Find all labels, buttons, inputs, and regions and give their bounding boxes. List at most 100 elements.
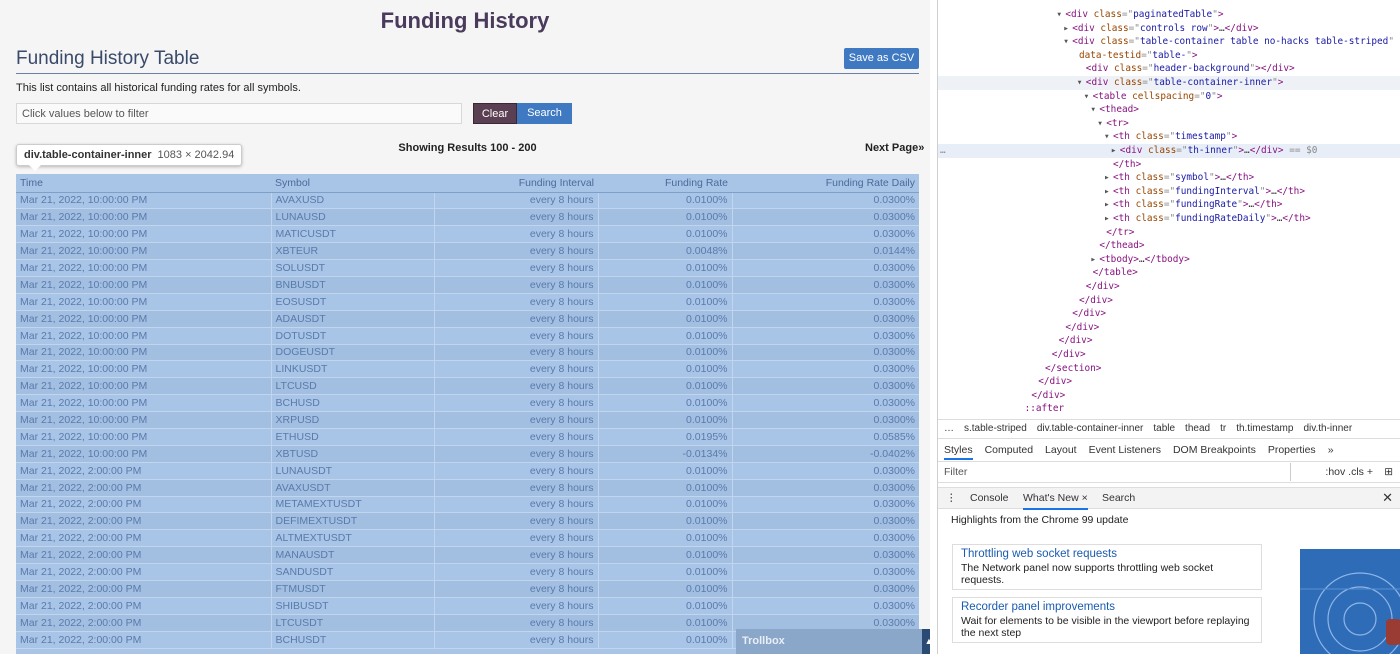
- table-cell[interactable]: BCHUSD: [270, 394, 434, 413]
- table-cell[interactable]: 0.0100%: [597, 411, 732, 429]
- table-row[interactable]: Mar 21, 2022, 10:00:00 PM ETHUSD every 8 h…: [16, 428, 919, 446]
- trollbox-bar[interactable]: Trollbox: [736, 629, 922, 654]
- table-cell[interactable]: every 8 hours: [433, 512, 598, 531]
- table-cell[interactable]: 0.0300%: [731, 462, 919, 480]
- table-cell[interactable]: Mar 21, 2022, 2:00:00 PM: [16, 631, 271, 649]
- table-row[interactable]: Mar 21, 2022, 2:00:00 PM ALTMEXTUSDT every…: [16, 529, 919, 548]
- table-cell[interactable]: LTCUSDT: [270, 614, 434, 632]
- whats-new-card[interactable]: Recorder panel improvements Wait for ele…: [952, 597, 1262, 643]
- table-row[interactable]: Mar 21, 2022, 2:00:00 PM MANAUSDT every 8 …: [16, 546, 919, 565]
- dom-node-line[interactable]: </div>: [938, 389, 1400, 403]
- table-cell[interactable]: Mar 21, 2022, 10:00:00 PM: [16, 242, 271, 261]
- table-cell[interactable]: every 8 hours: [433, 529, 598, 548]
- styles-tab-layout[interactable]: Layout: [1045, 444, 1077, 456]
- dom-node-line[interactable]: ▸ <th class="fundingRateDaily">…</th>: [938, 212, 1400, 226]
- table-cell[interactable]: AVAXUSD: [270, 192, 434, 210]
- table-row[interactable]: Mar 21, 2022, 10:00:00 PM DOTUSDT every 8 …: [16, 327, 919, 345]
- dom-node-line[interactable]: ▸ <th class="fundingInterval">…</th>: [938, 185, 1400, 199]
- table-cell[interactable]: every 8 hours: [433, 445, 598, 463]
- table-cell[interactable]: every 8 hours: [433, 462, 598, 480]
- drawer-tab-whats-new[interactable]: What's New ×: [1023, 488, 1088, 510]
- table-cell[interactable]: Mar 21, 2022, 10:00:00 PM: [16, 293, 271, 311]
- table-cell[interactable]: every 8 hours: [433, 192, 598, 210]
- table-cell[interactable]: LUNAUSD: [270, 208, 434, 227]
- table-cell[interactable]: 0.0100%: [597, 563, 732, 581]
- table-cell[interactable]: ALTMEXTUSDT: [270, 529, 434, 548]
- table-cell[interactable]: 0.0300%: [731, 293, 919, 311]
- table-cell[interactable]: 0.0300%: [731, 310, 919, 328]
- ellipsis-icon[interactable]: …: [940, 144, 946, 158]
- table-cell[interactable]: 0.0100%: [597, 276, 732, 294]
- table-cell[interactable]: Mar 21, 2022, 2:00:00 PM: [16, 597, 271, 615]
- table-cell[interactable]: 0.0100%: [597, 479, 732, 497]
- table-cell[interactable]: 0.0300%: [731, 259, 919, 277]
- table-cell[interactable]: XBTEUR: [270, 242, 434, 261]
- table-cell[interactable]: every 8 hours: [433, 597, 598, 615]
- dom-node-line[interactable]: ▾ <table cellspacing="0">: [938, 90, 1400, 104]
- table-cell[interactable]: Mar 21, 2022, 10:00:00 PM: [16, 276, 271, 294]
- table-cell[interactable]: every 8 hours: [433, 208, 598, 227]
- expand-arrow-icon[interactable]: ▾: [1084, 90, 1093, 104]
- table-row[interactable]: Mar 21, 2022, 10:00:00 PM LTCUSD every 8 h…: [16, 377, 919, 396]
- expand-arrow-icon[interactable]: ▾: [1077, 76, 1086, 90]
- table-cell[interactable]: Mar 21, 2022, 10:00:00 PM: [16, 192, 271, 210]
- table-cell[interactable]: every 8 hours: [433, 394, 598, 413]
- table-cell[interactable]: every 8 hours: [433, 344, 598, 362]
- table-cell[interactable]: EOSUSDT: [270, 293, 434, 311]
- table-cell[interactable]: 0.0100%: [597, 631, 732, 649]
- toggle-sidebar-icon[interactable]: ⊞: [1384, 463, 1393, 481]
- table-cell[interactable]: FTMUSDT: [270, 580, 434, 598]
- table-cell[interactable]: Mar 21, 2022, 2:00:00 PM: [16, 563, 271, 581]
- table-row[interactable]: Mar 21, 2022, 10:00:00 PM LUNAUSD every 8 …: [16, 208, 919, 227]
- table-cell[interactable]: Mar 21, 2022, 10:00:00 PM: [16, 411, 271, 429]
- collapse-arrow-icon[interactable]: ▸: [1111, 144, 1120, 158]
- dom-node-line[interactable]: </div>: [938, 307, 1400, 321]
- table-cell[interactable]: every 8 hours: [433, 293, 598, 311]
- dom-node-line[interactable]: </div>: [938, 321, 1400, 335]
- table-row[interactable]: Mar 21, 2022, 10:00:00 PM MATICUSDT every …: [16, 225, 919, 244]
- dom-node-line[interactable]: </div>: [938, 334, 1400, 348]
- dom-node-line[interactable]: </div>: [938, 294, 1400, 308]
- table-cell[interactable]: 0.0195%: [597, 428, 732, 446]
- table-cell[interactable]: 0.0100%: [597, 529, 732, 548]
- collapse-arrow-icon[interactable]: ▸: [1104, 185, 1113, 199]
- table-cell[interactable]: Mar 21, 2022, 10:00:00 PM: [16, 445, 271, 463]
- table-cell[interactable]: 0.0100%: [597, 327, 732, 345]
- whats-new-card[interactable]: Throttling web socket requests The Netwo…: [952, 544, 1262, 590]
- table-cell[interactable]: 0.0300%: [731, 546, 919, 565]
- next-page-link[interactable]: Next Page»: [865, 142, 924, 154]
- table-cell[interactable]: 0.0100%: [597, 225, 732, 244]
- dom-node-line[interactable]: </div>: [938, 280, 1400, 294]
- dom-node-line[interactable]: ▾ <thead>: [938, 103, 1400, 117]
- drawer-menu-icon[interactable]: ⋮: [946, 488, 957, 508]
- table-cell[interactable]: 0.0300%: [731, 208, 919, 227]
- table-cell[interactable]: every 8 hours: [433, 276, 598, 294]
- table-row[interactable]: Mar 21, 2022, 10:00:00 PM XBTUSD every 8 h…: [16, 445, 919, 463]
- table-row[interactable]: Mar 21, 2022, 2:00:00 PM LUNAUSDT every 8 …: [16, 462, 919, 480]
- dom-node-line[interactable]: </section>: [938, 362, 1400, 376]
- table-cell[interactable]: 0.0300%: [731, 563, 919, 581]
- table-cell[interactable]: MANAUSDT: [270, 546, 434, 565]
- table-cell[interactable]: Mar 21, 2022, 10:00:00 PM: [16, 377, 271, 396]
- styles-tab--[interactable]: »: [1328, 444, 1334, 456]
- column-header-funding-rate-daily[interactable]: Funding Rate Daily: [732, 174, 919, 193]
- table-cell[interactable]: -0.0134%: [597, 445, 732, 463]
- table-cell[interactable]: Mar 21, 2022, 10:00:00 PM: [16, 394, 271, 413]
- table-cell[interactable]: Mar 21, 2022, 10:00:00 PM: [16, 259, 271, 277]
- table-cell[interactable]: every 8 hours: [433, 259, 598, 277]
- breadcrumb-item[interactable]: div.table-container-inner: [1037, 423, 1144, 434]
- table-cell[interactable]: every 8 hours: [433, 428, 598, 446]
- table-cell[interactable]: SHIBUSDT: [270, 597, 434, 615]
- collapse-arrow-icon[interactable]: ▸: [1104, 212, 1113, 226]
- card-title[interactable]: Throttling web socket requests: [961, 548, 1253, 560]
- table-cell[interactable]: Mar 21, 2022, 10:00:00 PM: [16, 428, 271, 446]
- table-cell[interactable]: 0.0300%: [731, 327, 919, 345]
- dom-node-line[interactable]: </thead>: [938, 239, 1400, 253]
- table-cell[interactable]: every 8 hours: [433, 563, 598, 581]
- table-row[interactable]: Mar 21, 2022, 10:00:00 PM BCHUSD every 8 h…: [16, 394, 919, 413]
- table-cell[interactable]: DEFIMEXTUSDT: [270, 512, 434, 531]
- dom-node-line[interactable]: </div>: [938, 348, 1400, 362]
- collapse-arrow-icon[interactable]: ▸: [1063, 22, 1072, 36]
- table-cell[interactable]: ETHUSD: [270, 428, 434, 446]
- table-row[interactable]: Mar 21, 2022, 10:00:00 PM XRPUSD every 8 h…: [16, 411, 919, 429]
